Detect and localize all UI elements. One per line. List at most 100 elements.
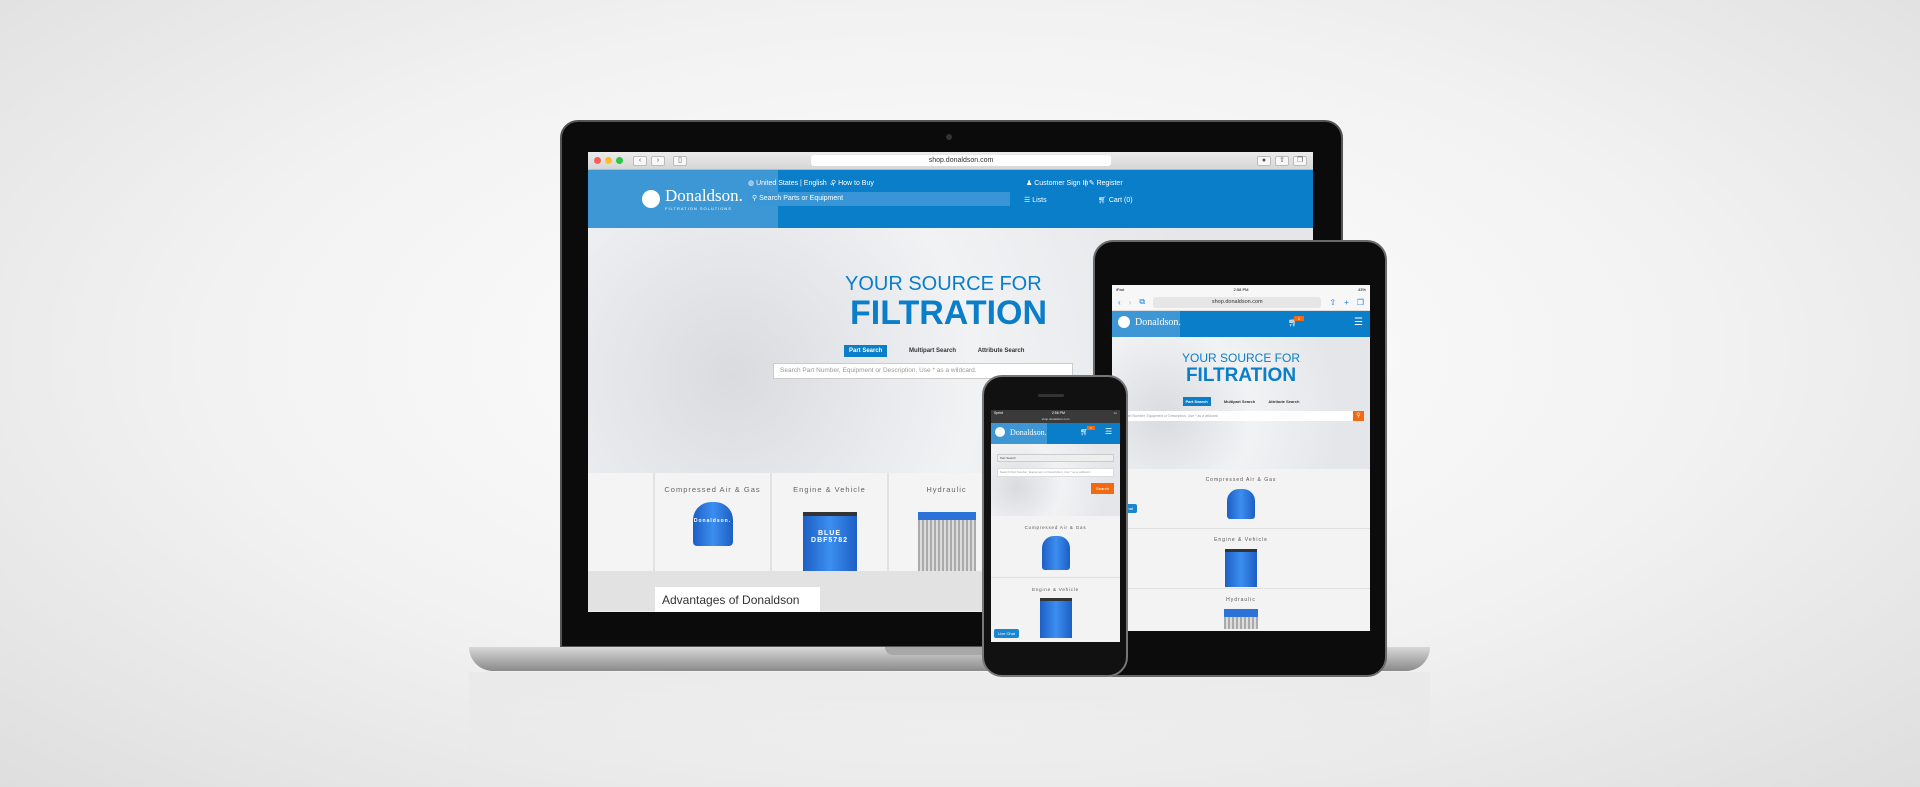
back-icon[interactable]: ‹ bbox=[633, 155, 647, 166]
card-compressed-air[interactable]: Compressed Air & Gas bbox=[991, 516, 1120, 578]
tab-attribute-search[interactable]: Attribute Search bbox=[1268, 399, 1299, 404]
address-bar[interactable]: shop.donaldson.com bbox=[1153, 296, 1322, 308]
phone-status-bar: Sprint 2:56 PM ▭ bbox=[991, 410, 1120, 417]
product-image bbox=[1225, 549, 1257, 587]
donaldson-logo[interactable]: Donaldson. FILTRATION SOLUTIONS bbox=[642, 186, 743, 211]
tablet-hero: YOUR SOURCE FOR FILTRATION Part Search M… bbox=[1112, 337, 1370, 469]
lists-link[interactable]: ☰ Lists bbox=[1024, 196, 1047, 204]
download-icon[interactable]: ● bbox=[1257, 155, 1271, 166]
address-bar[interactable]: shop.donaldson.com bbox=[811, 155, 1111, 166]
donaldson-logo[interactable]: Donaldson. bbox=[995, 427, 1047, 437]
card-title: Engine & Vehicle bbox=[1032, 587, 1079, 592]
device-label: iPad bbox=[1116, 287, 1125, 292]
sidebar-icon[interactable]: ▯ bbox=[673, 155, 687, 166]
part-search-input[interactable]: Search Part Number, Equipment or Descrip… bbox=[1112, 411, 1353, 421]
card-title: Compressed Air & Gas bbox=[664, 485, 761, 494]
how-to-buy-link[interactable]: ⚲ How to Buy bbox=[831, 179, 874, 187]
tab-multipart-search[interactable]: Multipart Search bbox=[1212, 397, 1267, 406]
reflection bbox=[469, 672, 1430, 762]
phone-header: Donaldson. 🛒︎ 0 ☰ bbox=[991, 423, 1120, 444]
card-compressed-air[interactable]: Compressed Air & Gas bbox=[1112, 469, 1370, 529]
sign-in-link[interactable]: ♟ Customer Sign In bbox=[1026, 179, 1088, 187]
product-image bbox=[1041, 536, 1070, 570]
pencil-icon: ✎ bbox=[1088, 180, 1097, 187]
header-search-input[interactable]: ⚲ Search Parts or Equipment bbox=[748, 192, 1010, 206]
tablet-status-bar: iPad 2:58 PM 43% bbox=[1112, 285, 1370, 294]
phone-hero: Part Search Search Part Number, Equipmen… bbox=[991, 444, 1120, 516]
hero-line1: YOUR SOURCE FOR bbox=[845, 273, 1042, 295]
time: 2:58 PM bbox=[1233, 287, 1249, 292]
card-compressed-air[interactable]: Compressed Air & Gas Donaldson. bbox=[655, 473, 772, 571]
forward-icon[interactable]: › bbox=[1129, 298, 1132, 307]
battery-icon: ▭ bbox=[1113, 411, 1117, 415]
cart-badge: 0 bbox=[1087, 426, 1095, 430]
new-tab-icon[interactable]: + bbox=[1344, 298, 1349, 307]
forward-icon[interactable]: › bbox=[651, 155, 665, 166]
menu-icon[interactable]: ☰ bbox=[1354, 317, 1363, 328]
product-line: BLUE bbox=[817, 530, 842, 537]
card-title: Compressed Air & Gas bbox=[1205, 477, 1277, 483]
tablet-categories: Compressed Air & Gas Engine & Vehicle Hy… bbox=[1112, 469, 1370, 629]
time: 2:56 PM bbox=[1051, 411, 1065, 415]
product-image bbox=[1227, 489, 1255, 519]
logo-icon bbox=[1118, 316, 1130, 328]
donaldson-logo[interactable]: Donaldson. bbox=[1118, 316, 1181, 328]
share-icon[interactable]: ⇧ bbox=[1275, 155, 1289, 166]
tabs-icon[interactable]: ❐ bbox=[1357, 298, 1364, 307]
site-header: Donaldson. FILTRATION SOLUTIONS ◍ United… bbox=[588, 170, 1313, 228]
hero-line2: FILTRATION bbox=[1185, 365, 1297, 386]
live-chat-button[interactable]: Live Chat bbox=[994, 629, 1019, 638]
how-to-buy-label: How to Buy bbox=[838, 180, 874, 187]
product-image: Donaldson. bbox=[692, 502, 733, 546]
minimize-button[interactable] bbox=[605, 157, 612, 164]
product-image bbox=[1039, 598, 1072, 638]
battery: 43% bbox=[1357, 287, 1366, 292]
globe-icon: ◍ bbox=[748, 180, 757, 187]
safari-bar: ‹ › ⧉ shop.donaldson.com ⇧ + ❐ bbox=[1112, 294, 1370, 311]
part-search-input[interactable]: Search Part Number, Equipment or Descrip… bbox=[997, 468, 1114, 477]
tab-part-search[interactable]: Part Search bbox=[1182, 397, 1211, 406]
list-icon: ☰ bbox=[1024, 197, 1033, 204]
phone-speaker bbox=[1038, 394, 1064, 397]
card-title: Compressed Air & Gas bbox=[1024, 525, 1087, 530]
hero-line2: FILTRATION bbox=[850, 294, 1048, 332]
back-icon[interactable]: ‹ bbox=[1118, 298, 1121, 307]
cart-icon: 🛒︎ bbox=[1098, 197, 1109, 204]
sign-in-label: Customer Sign In bbox=[1034, 180, 1089, 187]
tab-multipart-search[interactable]: Multipart Search bbox=[889, 345, 976, 357]
locale-label: United States | English bbox=[756, 180, 827, 187]
cart-link[interactable]: 🛒︎ Cart (0) bbox=[1098, 196, 1133, 204]
search-type-select[interactable]: Part Search bbox=[997, 454, 1114, 462]
card-engine-vehicle[interactable]: Engine & Vehicle BLUE DBF5782 bbox=[772, 473, 889, 571]
menu-icon[interactable]: ☰ bbox=[1105, 427, 1112, 436]
share-icon[interactable]: ⇧ bbox=[1329, 298, 1336, 307]
search-button[interactable]: Search bbox=[1091, 483, 1114, 494]
locale-selector[interactable]: ◍ United States | English ⌄ bbox=[748, 179, 835, 187]
product-image: BLUE DBF5782 bbox=[802, 512, 857, 571]
camera bbox=[946, 134, 952, 140]
logo-icon bbox=[642, 189, 660, 208]
close-button[interactable] bbox=[594, 157, 601, 164]
card-spacer bbox=[588, 473, 655, 571]
hero-line1: YOUR SOURCE FOR bbox=[1181, 351, 1300, 365]
tab-attribute-search[interactable]: Attribute Search bbox=[978, 345, 1025, 357]
product-brand: Donaldson. bbox=[693, 518, 732, 524]
register-link[interactable]: | ✎ Register bbox=[1085, 179, 1123, 187]
card-hydraulic[interactable]: Hydraulic bbox=[1112, 589, 1370, 629]
bookmarks-icon[interactable]: ⧉ bbox=[1139, 297, 1145, 307]
brand-sub: FILTRATION SOLUTIONS bbox=[665, 206, 732, 211]
cart-label: Cart (0) bbox=[1108, 197, 1133, 204]
card-title: Engine & Vehicle bbox=[1214, 537, 1268, 543]
tablet-header: Donaldson. 🛒︎ 0 ☰ bbox=[1112, 311, 1370, 337]
card-title: Hydraulic bbox=[1226, 597, 1256, 603]
tablet-screen: iPad 2:58 PM 43% ‹ › ⧉ shop.donaldson.com ⇧ +… bbox=[1112, 285, 1370, 631]
search-button[interactable]: ⚲ bbox=[1353, 411, 1364, 421]
tabs-icon[interactable]: ❐ bbox=[1293, 155, 1307, 166]
card-engine-vehicle[interactable]: Engine & Vehicle bbox=[1112, 529, 1370, 589]
zoom-button[interactable] bbox=[616, 157, 623, 164]
tab-part-search[interactable]: Part Search bbox=[844, 345, 888, 357]
cart-badge: 0 bbox=[1294, 316, 1305, 321]
card-title: Engine & Vehicle bbox=[793, 485, 866, 494]
brand-name: Donaldson. bbox=[1135, 316, 1181, 328]
browser-toolbar: ‹ › ▯ shop.donaldson.com ● ⇧ ❐ bbox=[588, 152, 1313, 170]
